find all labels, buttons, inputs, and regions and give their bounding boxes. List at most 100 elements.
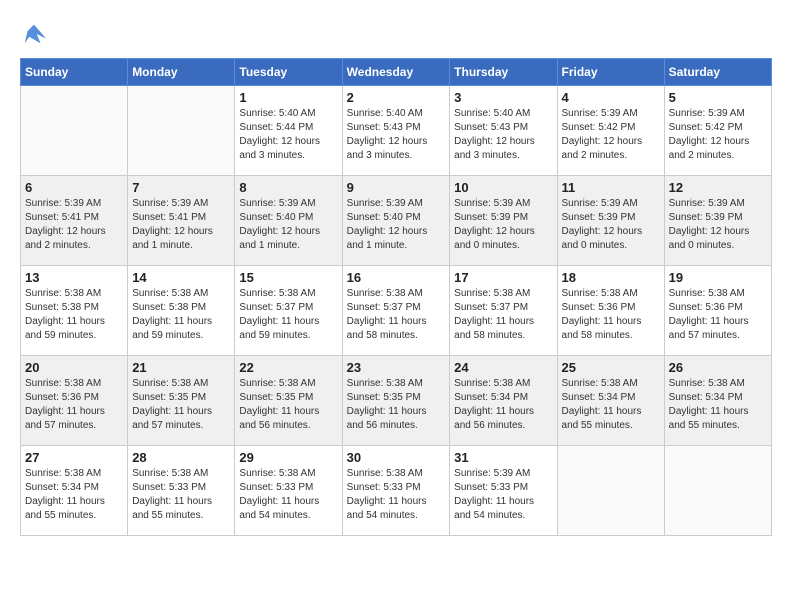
calendar-week-row: 27 Sunrise: 5:38 AMSunset: 5:34 PMDayligh…: [21, 446, 772, 536]
header-tuesday: Tuesday: [235, 59, 342, 86]
day-info: Sunrise: 5:39 AMSunset: 5:41 PMDaylight:…: [25, 197, 123, 253]
day-number: 24: [454, 360, 552, 375]
calendar-cell: 12 Sunrise: 5:39 AMSunset: 5:39 PMDayligh…: [664, 176, 771, 266]
day-info: Sunrise: 5:38 AMSunset: 5:34 PMDaylight:…: [25, 467, 123, 523]
day-number: 3: [454, 90, 552, 105]
day-info: Sunrise: 5:38 AMSunset: 5:35 PMDaylight:…: [347, 377, 446, 433]
day-info: Sunrise: 5:39 AMSunset: 5:40 PMDaylight:…: [347, 197, 446, 253]
day-number: 6: [25, 180, 123, 195]
calendar-cell: 25 Sunrise: 5:38 AMSunset: 5:34 PMDayligh…: [557, 356, 664, 446]
calendar-cell: 30 Sunrise: 5:38 AMSunset: 5:33 PMDayligh…: [342, 446, 450, 536]
day-number: 11: [562, 180, 660, 195]
day-number: 29: [239, 450, 337, 465]
day-info: Sunrise: 5:40 AMSunset: 5:43 PMDaylight:…: [347, 107, 446, 163]
calendar-header-row: SundayMondayTuesdayWednesdayThursdayFrid…: [21, 59, 772, 86]
calendar-cell: 19 Sunrise: 5:38 AMSunset: 5:36 PMDayligh…: [664, 266, 771, 356]
day-info: Sunrise: 5:39 AMSunset: 5:41 PMDaylight:…: [132, 197, 230, 253]
calendar-cell: 11 Sunrise: 5:39 AMSunset: 5:39 PMDayligh…: [557, 176, 664, 266]
day-number: 19: [669, 270, 767, 285]
calendar-cell: 23Sunrise: 5:38 AMSunset: 5:35 PMDayligh…: [342, 356, 450, 446]
calendar-cell: 31Sunrise: 5:39 AMSunset: 5:33 PMDayligh…: [450, 446, 557, 536]
day-number: 10: [454, 180, 552, 195]
day-info: Sunrise: 5:38 AMSunset: 5:38 PMDaylight:…: [132, 287, 230, 343]
day-number: 7: [132, 180, 230, 195]
calendar-cell: 22Sunrise: 5:38 AMSunset: 5:35 PMDayligh…: [235, 356, 342, 446]
header-sunday: Sunday: [21, 59, 128, 86]
day-info: Sunrise: 5:38 AMSunset: 5:34 PMDaylight:…: [669, 377, 767, 433]
calendar-cell: 6 Sunrise: 5:39 AMSunset: 5:41 PMDaylight…: [21, 176, 128, 266]
calendar-cell: [664, 446, 771, 536]
day-number: 26: [669, 360, 767, 375]
header-wednesday: Wednesday: [342, 59, 450, 86]
day-info: Sunrise: 5:39 AMSunset: 5:42 PMDaylight:…: [562, 107, 660, 163]
day-number: 1: [239, 90, 337, 105]
calendar-cell: 3Sunrise: 5:40 AMSunset: 5:43 PMDaylight…: [450, 86, 557, 176]
day-number: 28: [132, 450, 230, 465]
calendar-cell: 8 Sunrise: 5:39 AMSunset: 5:40 PMDaylight…: [235, 176, 342, 266]
calendar-cell: 29Sunrise: 5:38 AMSunset: 5:33 PMDayligh…: [235, 446, 342, 536]
calendar-cell: 21 Sunrise: 5:38 AMSunset: 5:35 PMDayligh…: [128, 356, 235, 446]
day-number: 15: [239, 270, 337, 285]
day-number: 17: [454, 270, 552, 285]
day-info: Sunrise: 5:38 AMSunset: 5:34 PMDaylight:…: [454, 377, 552, 433]
day-info: Sunrise: 5:38 AMSunset: 5:33 PMDaylight:…: [347, 467, 446, 523]
day-number: 16: [347, 270, 446, 285]
day-info: Sunrise: 5:38 AMSunset: 5:36 PMDaylight:…: [562, 287, 660, 343]
calendar-cell: [21, 86, 128, 176]
calendar-cell: 18 Sunrise: 5:38 AMSunset: 5:36 PMDayligh…: [557, 266, 664, 356]
calendar-week-row: 13 Sunrise: 5:38 AMSunset: 5:38 PMDayligh…: [21, 266, 772, 356]
calendar-cell: 15 Sunrise: 5:38 AMSunset: 5:37 PMDayligh…: [235, 266, 342, 356]
header-friday: Friday: [557, 59, 664, 86]
day-number: 31: [454, 450, 552, 465]
day-number: 18: [562, 270, 660, 285]
calendar: SundayMondayTuesdayWednesdayThursdayFrid…: [20, 58, 772, 536]
calendar-cell: 9 Sunrise: 5:39 AMSunset: 5:40 PMDaylight…: [342, 176, 450, 266]
day-info: Sunrise: 5:39 AMSunset: 5:40 PMDaylight:…: [239, 197, 337, 253]
day-number: 30: [347, 450, 446, 465]
calendar-cell: 16 Sunrise: 5:38 AMSunset: 5:37 PMDayligh…: [342, 266, 450, 356]
day-number: 25: [562, 360, 660, 375]
day-info: Sunrise: 5:38 AMSunset: 5:37 PMDaylight:…: [239, 287, 337, 343]
calendar-cell: 26 Sunrise: 5:38 AMSunset: 5:34 PMDayligh…: [664, 356, 771, 446]
day-info: Sunrise: 5:38 AMSunset: 5:35 PMDaylight:…: [132, 377, 230, 433]
day-info: Sunrise: 5:38 AMSunset: 5:33 PMDaylight:…: [132, 467, 230, 523]
logo: [20, 20, 52, 48]
day-info: Sunrise: 5:38 AMSunset: 5:36 PMDaylight:…: [25, 377, 123, 433]
day-info: Sunrise: 5:38 AMSunset: 5:37 PMDaylight:…: [347, 287, 446, 343]
day-info: Sunrise: 5:38 AMSunset: 5:34 PMDaylight:…: [562, 377, 660, 433]
calendar-cell: [128, 86, 235, 176]
calendar-cell: 13 Sunrise: 5:38 AMSunset: 5:38 PMDayligh…: [21, 266, 128, 356]
header: [20, 20, 772, 48]
day-number: 21: [132, 360, 230, 375]
day-info: Sunrise: 5:39 AMSunset: 5:39 PMDaylight:…: [669, 197, 767, 253]
day-info: Sunrise: 5:38 AMSunset: 5:35 PMDaylight:…: [239, 377, 337, 433]
calendar-cell: 27 Sunrise: 5:38 AMSunset: 5:34 PMDayligh…: [21, 446, 128, 536]
day-number: 12: [669, 180, 767, 195]
calendar-week-row: 1Sunrise: 5:40 AMSunset: 5:44 PMDaylight…: [21, 86, 772, 176]
day-number: 13: [25, 270, 123, 285]
calendar-cell: 28 Sunrise: 5:38 AMSunset: 5:33 PMDayligh…: [128, 446, 235, 536]
calendar-cell: [557, 446, 664, 536]
day-info: Sunrise: 5:38 AMSunset: 5:37 PMDaylight:…: [454, 287, 552, 343]
calendar-cell: 14 Sunrise: 5:38 AMSunset: 5:38 PMDayligh…: [128, 266, 235, 356]
calendar-cell: 1Sunrise: 5:40 AMSunset: 5:44 PMDaylight…: [235, 86, 342, 176]
calendar-cell: 7 Sunrise: 5:39 AMSunset: 5:41 PMDaylight…: [128, 176, 235, 266]
day-info: Sunrise: 5:39 AMSunset: 5:42 PMDaylight:…: [669, 107, 767, 163]
header-thursday: Thursday: [450, 59, 557, 86]
day-number: 14: [132, 270, 230, 285]
calendar-week-row: 20Sunrise: 5:38 AMSunset: 5:36 PMDayligh…: [21, 356, 772, 446]
day-number: 8: [239, 180, 337, 195]
day-number: 2: [347, 90, 446, 105]
calendar-cell: 10Sunrise: 5:39 AMSunset: 5:39 PMDayligh…: [450, 176, 557, 266]
header-monday: Monday: [128, 59, 235, 86]
calendar-cell: 4 Sunrise: 5:39 AMSunset: 5:42 PMDaylight…: [557, 86, 664, 176]
header-saturday: Saturday: [664, 59, 771, 86]
day-number: 4: [562, 90, 660, 105]
day-number: 27: [25, 450, 123, 465]
logo-icon: [20, 20, 48, 48]
day-info: Sunrise: 5:38 AMSunset: 5:36 PMDaylight:…: [669, 287, 767, 343]
day-number: 9: [347, 180, 446, 195]
day-info: Sunrise: 5:38 AMSunset: 5:38 PMDaylight:…: [25, 287, 123, 343]
calendar-cell: 2 Sunrise: 5:40 AMSunset: 5:43 PMDaylight…: [342, 86, 450, 176]
day-info: Sunrise: 5:39 AMSunset: 5:39 PMDaylight:…: [562, 197, 660, 253]
